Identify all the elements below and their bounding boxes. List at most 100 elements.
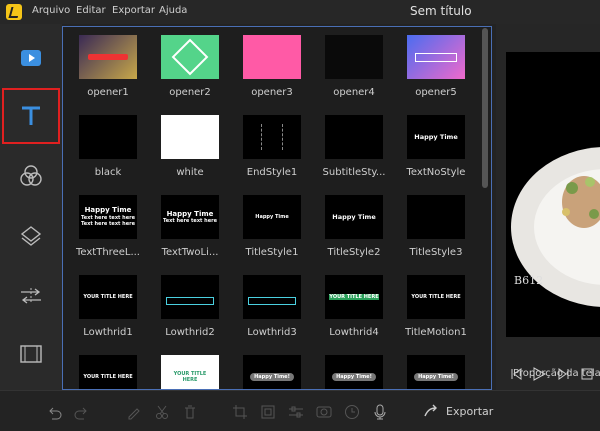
sidebar-transitions[interactable] [2,270,60,322]
template-tile[interactable]: YOUR TITLE HERE TitleMotion1 [395,267,477,345]
template-label: TitleStyle3 [409,247,463,258]
template-thumbnail: Happy Time [243,195,301,239]
filters-icon [20,165,42,186]
template-thumbnail-text: HERE [182,377,198,383]
template-tile[interactable]: opener3 [231,27,313,105]
template-label: TitleStyle2 [327,247,381,258]
adjust-icon[interactable] [288,404,304,420]
export-label: Exportar [446,404,494,418]
template-tile[interactable]: Happy Time TextNoStyle [395,107,477,185]
template-tile[interactable]: opener4 [313,27,395,105]
crop-icon[interactable] [232,404,248,420]
template-label: black [94,167,122,178]
template-thumbnail-text: Happy Time [255,213,289,220]
template-label: TitleStyle1 [245,247,299,258]
text-template-library: opener1 opener2 opener3 opener4 opener5 black… [62,26,492,390]
template-tile[interactable]: TitleStyle3 [395,187,477,265]
duration-icon[interactable] [344,404,360,420]
menu-exportar[interactable]: Exportar [112,5,155,16]
zoom-icon[interactable] [260,404,276,420]
template-thumbnail-text: YOUR TITLE HERE [83,373,133,380]
mosaic-icon[interactable] [316,404,332,420]
overlays-icon [20,226,42,246]
delete-icon[interactable] [182,404,198,420]
template-label: SubtitleSty... [322,167,386,178]
template-label: opener2 [169,87,211,98]
template-tile[interactable]: Lowthrid3 [231,267,313,345]
template-thumbnail [325,35,383,79]
template-tile[interactable]: black [67,107,149,185]
menu-ajuda[interactable]: Ajuda [159,5,187,16]
cut-icon[interactable] [154,404,170,420]
template-tile[interactable]: YOUR TITLE HERE [149,347,231,389]
template-tile[interactable]: Lowthrid2 [149,267,231,345]
template-label: TextThreeL... [76,247,140,258]
template-tile[interactable]: opener2 [149,27,231,105]
edit-icon[interactable] [126,404,142,420]
template-tile[interactable]: Happy Time! [231,347,313,389]
template-tile[interactable]: YOUR TITLE HERE Lowthrid1 [67,267,149,345]
template-tile[interactable]: YOUR TITLE HERE [67,347,149,389]
template-tile[interactable]: white [149,107,231,185]
template-thumbnail-text: YOUR TITLE HERE [411,293,461,300]
template-label: TitleMotion1 [405,327,467,338]
template-thumbnail-text: Text here text here [163,218,217,225]
sidebar-media[interactable] [2,32,60,84]
template-thumbnail-text: Happy Time! [250,372,294,382]
library-scrollbar[interactable] [482,28,488,188]
template-thumbnail [243,275,301,319]
template-tile[interactable]: Happy Time! [313,347,395,389]
template-tile[interactable]: opener1 [67,27,149,105]
sidebar-text[interactable] [2,88,60,144]
template-thumbnail [243,35,301,79]
template-thumbnail: Happy Time [407,115,465,159]
sidebar-filters[interactable] [2,150,60,202]
template-thumbnail: YOUR TITLE HERE [161,355,219,389]
template-thumbnail-text: YOUR TITLE HERE [83,293,133,300]
microphone-icon[interactable] [372,404,388,420]
template-thumbnail-text: Happy Time [166,209,214,218]
document-title: Sem título [410,4,472,18]
template-thumbnail: Happy Time Text here text here Text here t… [79,195,137,239]
menu-editar[interactable]: Editar [76,5,106,16]
redo-icon[interactable] [74,404,90,420]
template-thumbnail: Happy Time! [407,355,465,389]
template-tile[interactable]: YOUR TITLE HERE Lowthrid4 [313,267,395,345]
media-icon [21,50,41,66]
template-label: opener3 [251,87,293,98]
template-thumbnail [407,35,465,79]
template-tile[interactable]: opener5 [395,27,477,105]
export-icon [424,404,437,417]
preview-panel: B612 [496,24,600,390]
template-tile[interactable]: Happy Time! [395,347,477,389]
template-label: EndStyle1 [246,167,298,178]
template-thumbnail-text: Happy Time! [332,372,376,382]
title-bar: Arquivo Editar Exportar Ajuda Sem título [0,0,600,24]
template-tile[interactable]: Happy Time Text here text here TextTwoLi..… [149,187,231,265]
food-image [511,147,600,307]
template-label: Lowthrid4 [329,327,379,338]
template-thumbnail: Happy Time! [325,355,383,389]
template-tile[interactable]: EndStyle1 [231,107,313,185]
template-label: opener5 [415,87,457,98]
template-tile[interactable]: SubtitleSty... [313,107,395,185]
template-thumbnail [161,275,219,319]
template-thumbnail [79,115,137,159]
template-label: white [176,167,204,178]
template-thumbnail-text: Text here text here [81,221,135,228]
template-tile[interactable]: Happy Time TitleStyle2 [313,187,395,265]
template-label: TextTwoLi... [161,247,219,258]
sidebar-overlays[interactable] [2,210,60,262]
undo-icon[interactable] [46,404,62,420]
export-button[interactable]: Exportar [424,404,493,418]
template-thumbnail-text: Happy Time [414,132,458,141]
template-tile[interactable]: Happy Time TitleStyle1 [231,187,313,265]
template-thumbnail [243,115,301,159]
menu-arquivo[interactable]: Arquivo [32,5,70,16]
template-thumbnail-text: Happy Time! [414,372,458,382]
template-thumbnail [325,115,383,159]
template-label: opener4 [333,87,375,98]
sidebar-film[interactable] [2,328,60,380]
template-thumbnail [161,35,219,79]
template-tile[interactable]: Happy Time Text here text here Text here t… [67,187,149,265]
